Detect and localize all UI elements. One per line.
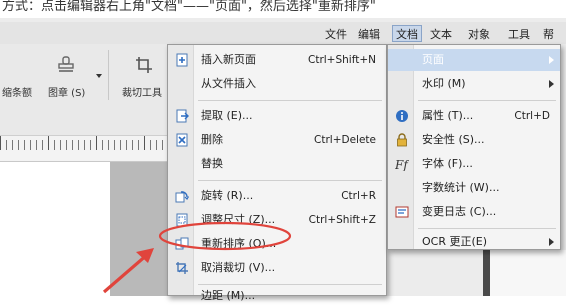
annotation-arrow-shaft (102, 252, 150, 294)
annotation-overlay (102, 221, 292, 294)
annotation-ellipse (158, 221, 292, 251)
